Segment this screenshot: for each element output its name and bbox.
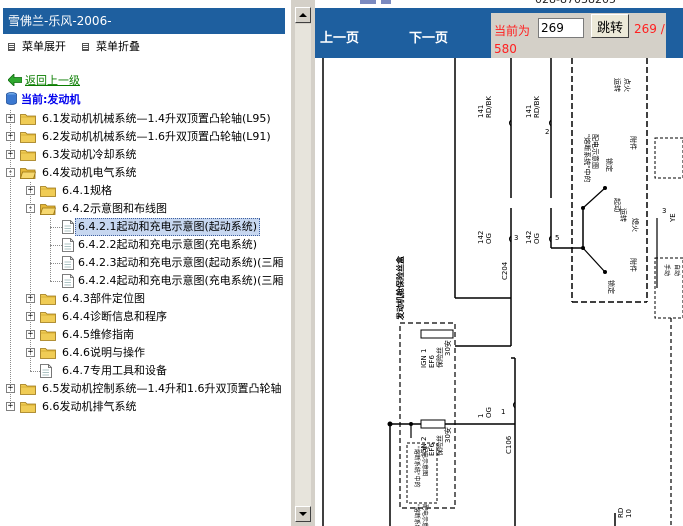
pin-label: 1 — [501, 408, 505, 416]
database-icon — [6, 92, 17, 105]
fuse-label: EF6 — [428, 355, 436, 368]
wire-color: OG — [533, 233, 541, 244]
tree-item-label: 6.3发动机冷却系统 — [42, 148, 137, 161]
scroll-up-button[interactable] — [295, 7, 311, 23]
wire-number: 141 — [477, 105, 485, 118]
fuse-label: EF6 — [428, 443, 436, 456]
switch-label: 点火 — [623, 78, 631, 92]
switch-label: 附件 — [629, 258, 638, 272]
scroll-down-button[interactable] — [295, 506, 311, 522]
wire-color: RD/BK — [485, 96, 493, 118]
switch-label: 运转 — [613, 78, 622, 92]
fuse-label: IGN 1 — [420, 349, 428, 368]
tree-item-label: 6.4.2.1起动和充电示意图(起动系统) — [75, 218, 261, 236]
page-total-line1: 269 / — [634, 22, 665, 36]
back-arrow-icon — [8, 74, 22, 86]
switch-label: 锁定 — [605, 158, 614, 172]
wiring-diagram-svg: 141 RD/BK 141 RD/BK 2 "熔断系统"中的 配电示意图 锁定 … — [322, 58, 683, 526]
scrollbar-track[interactable] — [295, 24, 311, 506]
back-link-label: 返回上一级 — [25, 74, 80, 87]
tree-item-label: 6.4发动机电气系统 — [42, 166, 137, 179]
diagram-label: YE — [669, 213, 677, 223]
wire-number: 1 — [477, 414, 485, 418]
wire-color: RD — [617, 508, 625, 518]
phone-text: 028-87038205 — [535, 0, 616, 6]
strip-mark — [360, 0, 376, 4]
diagram-note: "熔断系统"中的 — [413, 504, 421, 526]
switch-label: 锁定 — [607, 280, 616, 294]
expand-menu-label: 菜单展开 — [22, 40, 66, 53]
wiring-diagram: 141 RD/BK 141 RD/BK 2 "熔断系统"中的 配电示意图 锁定 … — [315, 58, 683, 526]
prev-page-button[interactable]: 上一页 — [320, 27, 359, 46]
fuse-rating: 30安 — [443, 427, 452, 443]
panel-title: 雪佛兰-乐风-2006- — [3, 8, 285, 34]
strip-mark — [381, 0, 391, 4]
jump-button[interactable]: 跳转 — [591, 14, 629, 38]
page-total-line2: 580 — [494, 42, 517, 56]
arrow-up-icon — [299, 13, 307, 17]
tree-item-label: 6.4.2示意图和布线图 — [62, 202, 167, 215]
fuse-rating: 保险丝 — [435, 435, 444, 456]
diagram-note: 配电示意图 — [421, 446, 429, 476]
collapse-menu-button[interactable]: 菜单折叠 — [82, 40, 140, 54]
fuse-rating: 30安 — [443, 340, 452, 356]
diagram-note: 配电示意图 — [591, 134, 600, 169]
back-link[interactable]: 返回上一级 — [8, 74, 80, 88]
menu-panel: 雪佛兰-乐风-2006- 菜单展开 菜单折叠 返回上一级 当前:发动机 +6.1… — [0, 0, 291, 526]
diagram-label: 手动 — [663, 264, 671, 276]
wire-number: 10 — [625, 509, 633, 518]
arrow-down-icon — [299, 512, 307, 516]
tree-item-label: 6.6发动机排气系统 — [42, 400, 137, 413]
expand-menu-button[interactable]: 菜单展开 — [8, 40, 66, 54]
wire-color: RD/BK — [533, 96, 541, 118]
current-page-label: 当前为 — [494, 24, 531, 38]
page-number-input[interactable] — [538, 18, 584, 38]
pin-label: 5 — [555, 234, 559, 242]
wire-number: 142 — [477, 231, 485, 244]
pin-label: 3 — [514, 234, 518, 242]
switch-label: 熄火 — [631, 218, 640, 232]
tree-item-label: 6.4.2.2起动和充电示意图(充电系统) — [78, 238, 258, 251]
pin-label: 3 — [662, 207, 666, 215]
current-location-label: 当前:发动机 — [21, 93, 81, 106]
tree-item-label: 6.4.7专用工具和设备 — [62, 364, 167, 377]
tree-item-label: 6.1发动机机械系统—1.4升双顶置凸轮轴(L95) — [42, 112, 271, 125]
fuse-rating: 保险丝 — [435, 347, 444, 368]
diagram-note: "熔断系统"中的 — [583, 134, 592, 182]
collapse-menu-label: 菜单折叠 — [96, 40, 140, 53]
tree-item-label: 6.4.4诊断信息和程序 — [62, 310, 167, 323]
diagram-note: "熔断系统"中的 — [413, 446, 421, 488]
top-strip: 028-87038205 — [315, 0, 683, 8]
menu-icon — [82, 43, 89, 51]
wire-number: 141 — [525, 105, 533, 118]
diagram-label: 自动 — [673, 264, 681, 276]
next-page-button[interactable]: 下一页 — [409, 27, 448, 46]
tree-item-label: 6.4.3部件定位图 — [62, 292, 145, 305]
wire-color: OG — [485, 233, 493, 244]
tree-item-label: 6.4.1规格 — [62, 184, 112, 197]
conn-label: C204 — [501, 261, 509, 280]
tree-item-label: 6.4.2.4起动和充电示意图(充电系统)(三厢 — [78, 274, 284, 287]
tree-item-label: 6.4.2.3起动和充电示意图(起动系统)(三厢 — [78, 256, 284, 269]
fuse-box-label: 发动机舱保险丝盒 — [395, 255, 405, 321]
pin-label: 2 — [545, 128, 549, 136]
tree-item-label: 6.4.6说明与操作 — [62, 346, 145, 359]
diagram-note: 配电示意图 — [421, 504, 429, 526]
tree-item-label: 6.4.5维修指南 — [62, 328, 134, 341]
switch-label: 附件 — [629, 136, 638, 150]
wire-color: OG — [485, 407, 493, 418]
tree-item-label: 6.2发动机机械系统—1.6升双顶置凸轮轴(L91) — [42, 130, 271, 143]
tree-item-label: 6.5发动机控制系统—1.4升和1.6升双顶置凸轮轴 — [42, 382, 282, 395]
switch-label: 运转 — [619, 208, 628, 222]
menu-icon — [8, 43, 15, 51]
wire-number: 142 — [525, 231, 533, 244]
current-location: 当前:发动机 — [6, 92, 80, 108]
conn-label: C106 — [505, 435, 513, 454]
